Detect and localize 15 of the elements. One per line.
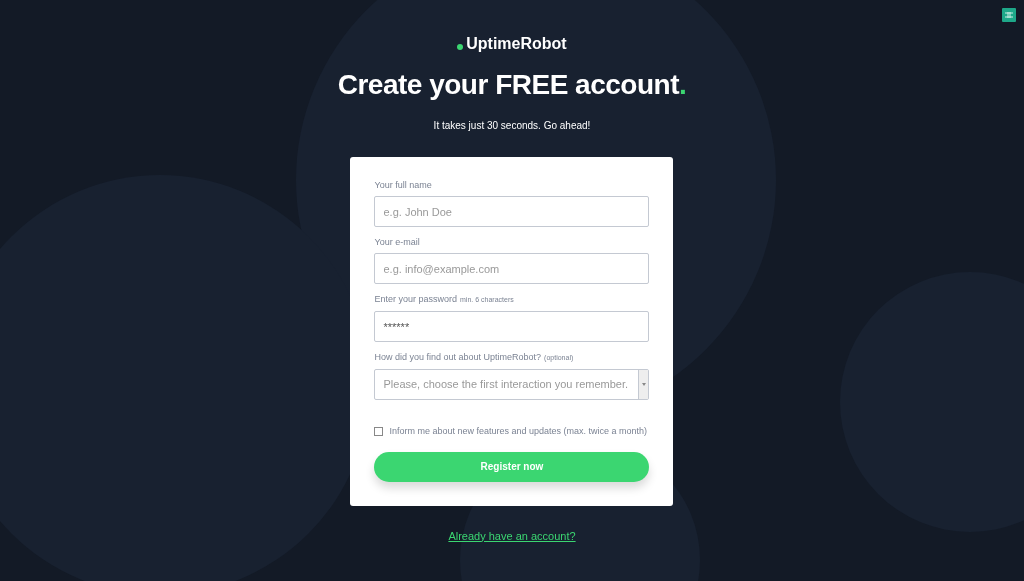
password-field[interactable]: ****** [374,311,650,342]
field-label: How did you find out about UptimeRobot? [374,351,542,363]
input-field[interactable]: e.g. John Doe [374,196,650,227]
input-field[interactable]: e.g. info@example.com [374,253,650,284]
logo: UptimeRobot [466,34,567,54]
page-heading: Create your FREE account. [337,68,687,102]
checkbox[interactable] [374,427,384,437]
caret-icon [642,383,646,386]
checkbox-label: Inform me about new features and updates (max. twice a month) [389,425,648,438]
field-label: Enter your password [374,293,458,305]
field-label: Your full name [374,179,432,191]
field-label: Your e-mail [374,236,420,248]
subtitle: It takes just 30 seconds. Go ahead! [433,119,591,133]
login-link[interactable]: Already have an account? [448,527,576,544]
extension-icon[interactable] [1002,8,1016,22]
